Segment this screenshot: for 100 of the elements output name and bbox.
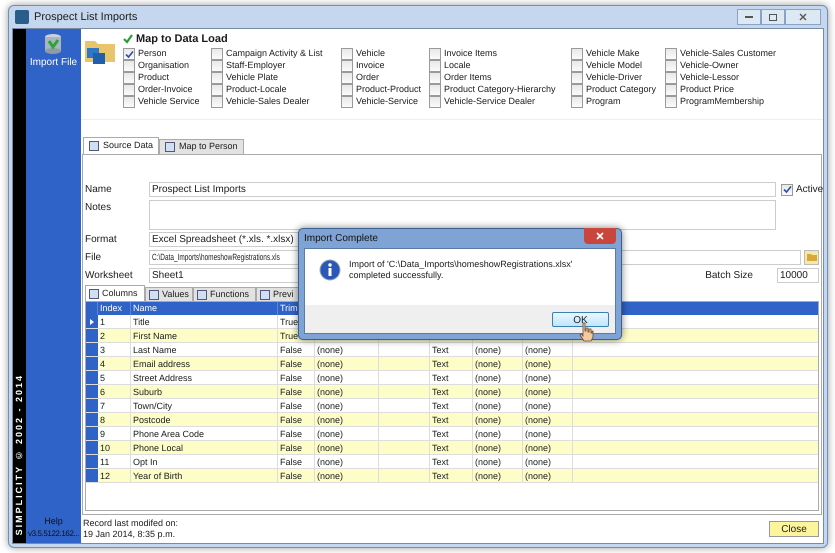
checkbox-label: Order — [356, 71, 380, 84]
checkbox-label: Vehicle-Driver — [586, 71, 642, 84]
table-cell: False — [278, 427, 315, 440]
table-cell: False — [278, 357, 315, 370]
table-cell: False — [278, 455, 315, 468]
checkbox-label: Vehicle-Sales Customer — [680, 47, 776, 60]
table-cell: (none) — [315, 399, 379, 412]
checkbox-label: Vehicle — [356, 47, 386, 60]
table-cell: 12 — [98, 469, 131, 482]
checkbox-label: Vehicle Plate — [226, 71, 278, 84]
checkbox-label: Active — [796, 183, 824, 197]
file-path: C:\Data_Imports\homeshowRegistrations.xls — [152, 250, 280, 264]
checkbox-label: Vehicle-Service Dealer — [444, 95, 536, 108]
checkbox-label: Order Items — [444, 71, 492, 84]
table-cell: 4 — [98, 357, 131, 370]
checkbox-label: Vehicle Make — [586, 47, 640, 60]
checkbox-label: Invoice Items — [444, 47, 498, 60]
table-cell: (none) — [315, 357, 379, 370]
checkbox-label: Person — [138, 47, 167, 60]
checkbox-label: Product — [138, 71, 170, 84]
checkbox-label: Program — [586, 95, 621, 108]
table-cell: False — [278, 441, 315, 454]
field-label: Worksheet — [85, 268, 134, 282]
table-cell: 7 — [98, 399, 131, 412]
checkbox-label: Order-Invoice — [138, 83, 193, 96]
checkbox-label: Product Category — [586, 83, 656, 96]
table-cell: Street Address — [131, 371, 278, 384]
table-cell: (none) — [523, 455, 573, 468]
table-cell: Text — [430, 371, 473, 384]
table-cell: False — [278, 399, 315, 412]
table-cell: (none) — [315, 455, 379, 468]
record-label: Record last modifed on: — [83, 518, 178, 529]
table-cell: (none) — [473, 399, 523, 412]
checkbox-label: Vehicle Model — [586, 59, 642, 72]
field-label: Batch Size — [705, 268, 753, 282]
table-cell: 11 — [98, 455, 131, 468]
table-cell: 3 — [98, 343, 131, 356]
table-cell: (none) — [523, 357, 573, 370]
table-cell: (none) — [315, 469, 379, 482]
table-cell: Postcode — [131, 413, 278, 426]
table-cell: (none) — [473, 469, 523, 482]
table-cell: Text — [430, 455, 473, 468]
record-date: 19 Jan 2014, 8:35 p.m. — [83, 529, 176, 540]
checkbox-label: Product-Locale — [226, 83, 287, 96]
checkbox-label: Vehicle-Lessor — [680, 71, 740, 84]
checkbox-label: Campaign Activity & List — [226, 47, 323, 60]
checkbox-label: Vehicle-Service — [356, 95, 418, 108]
table-cell: (none) — [473, 357, 523, 370]
table-cell: Text — [430, 469, 473, 482]
table-cell: Text — [430, 413, 473, 426]
table-cell: 5 — [98, 371, 131, 384]
checkbox-label: Vehicle Service — [138, 95, 200, 108]
table-cell: Phone Area Code — [131, 427, 278, 440]
checkbox-label: Product Category-Hierarchy — [444, 83, 556, 96]
table-cell: (none) — [315, 413, 379, 426]
field-label: Notes — [85, 201, 112, 215]
checkbox-label: ProgramMembership — [680, 95, 764, 108]
table-cell: (none) — [315, 343, 379, 356]
table-cell: (none) — [315, 385, 379, 398]
dialog-message: Import of 'C:\Data_Imports\homeshowRegistrations.xlsx' completed successfully. — [349, 259, 574, 281]
table-cell: Town/City — [131, 399, 278, 412]
field-label: Format — [85, 232, 118, 246]
checkbox-label: Staff-Employer — [226, 59, 286, 72]
checkbox-label: Locale — [444, 59, 471, 72]
table-cell: (none) — [523, 413, 573, 426]
table-cell: Last Name — [131, 343, 278, 356]
table-cell: (none) — [315, 371, 379, 384]
window-title: Prospect List Imports — [34, 10, 138, 25]
table-cell: 8 — [98, 413, 131, 426]
checkbox-label: Vehicle-Sales Dealer — [226, 95, 310, 108]
table-cell: Phone Local — [131, 441, 278, 454]
checkbox-label: Invoice — [356, 59, 385, 72]
table-cell: (none) — [473, 413, 523, 426]
table-cell: Text — [430, 357, 473, 370]
table-cell: (none) — [523, 343, 573, 356]
table-cell: (none) — [473, 385, 523, 398]
checkbox-label: Vehicle-Owner — [680, 59, 739, 72]
table-cell: Suburb — [131, 385, 278, 398]
table-cell: Email address — [131, 357, 278, 370]
table-cell: Text — [430, 343, 473, 356]
checkbox-label: Organisation — [138, 59, 190, 72]
table-cell: (none) — [473, 343, 523, 356]
table-cell: (none) — [523, 399, 573, 412]
table-cell: False — [278, 385, 315, 398]
table-cell: (none) — [523, 385, 573, 398]
table-cell: 1 — [98, 315, 131, 328]
table-cell: (none) — [473, 455, 523, 468]
table-cell: First Name — [131, 329, 278, 342]
table-cell: (none) — [523, 469, 573, 482]
table-cell: 6 — [98, 385, 131, 398]
table-cell: 10 — [98, 441, 131, 454]
table-cell: Year of Birth — [131, 469, 278, 482]
table-cell: (none) — [523, 441, 573, 454]
table-cell: Text — [430, 399, 473, 412]
field-label: Name — [85, 183, 113, 197]
table-cell: (none) — [473, 441, 523, 454]
table-cell: False — [278, 371, 315, 384]
table-cell: Title — [131, 315, 278, 328]
table-cell: (none) — [315, 427, 379, 440]
brand-text: SIMPLICITY © 2002 - 2014 — [12, 374, 25, 535]
